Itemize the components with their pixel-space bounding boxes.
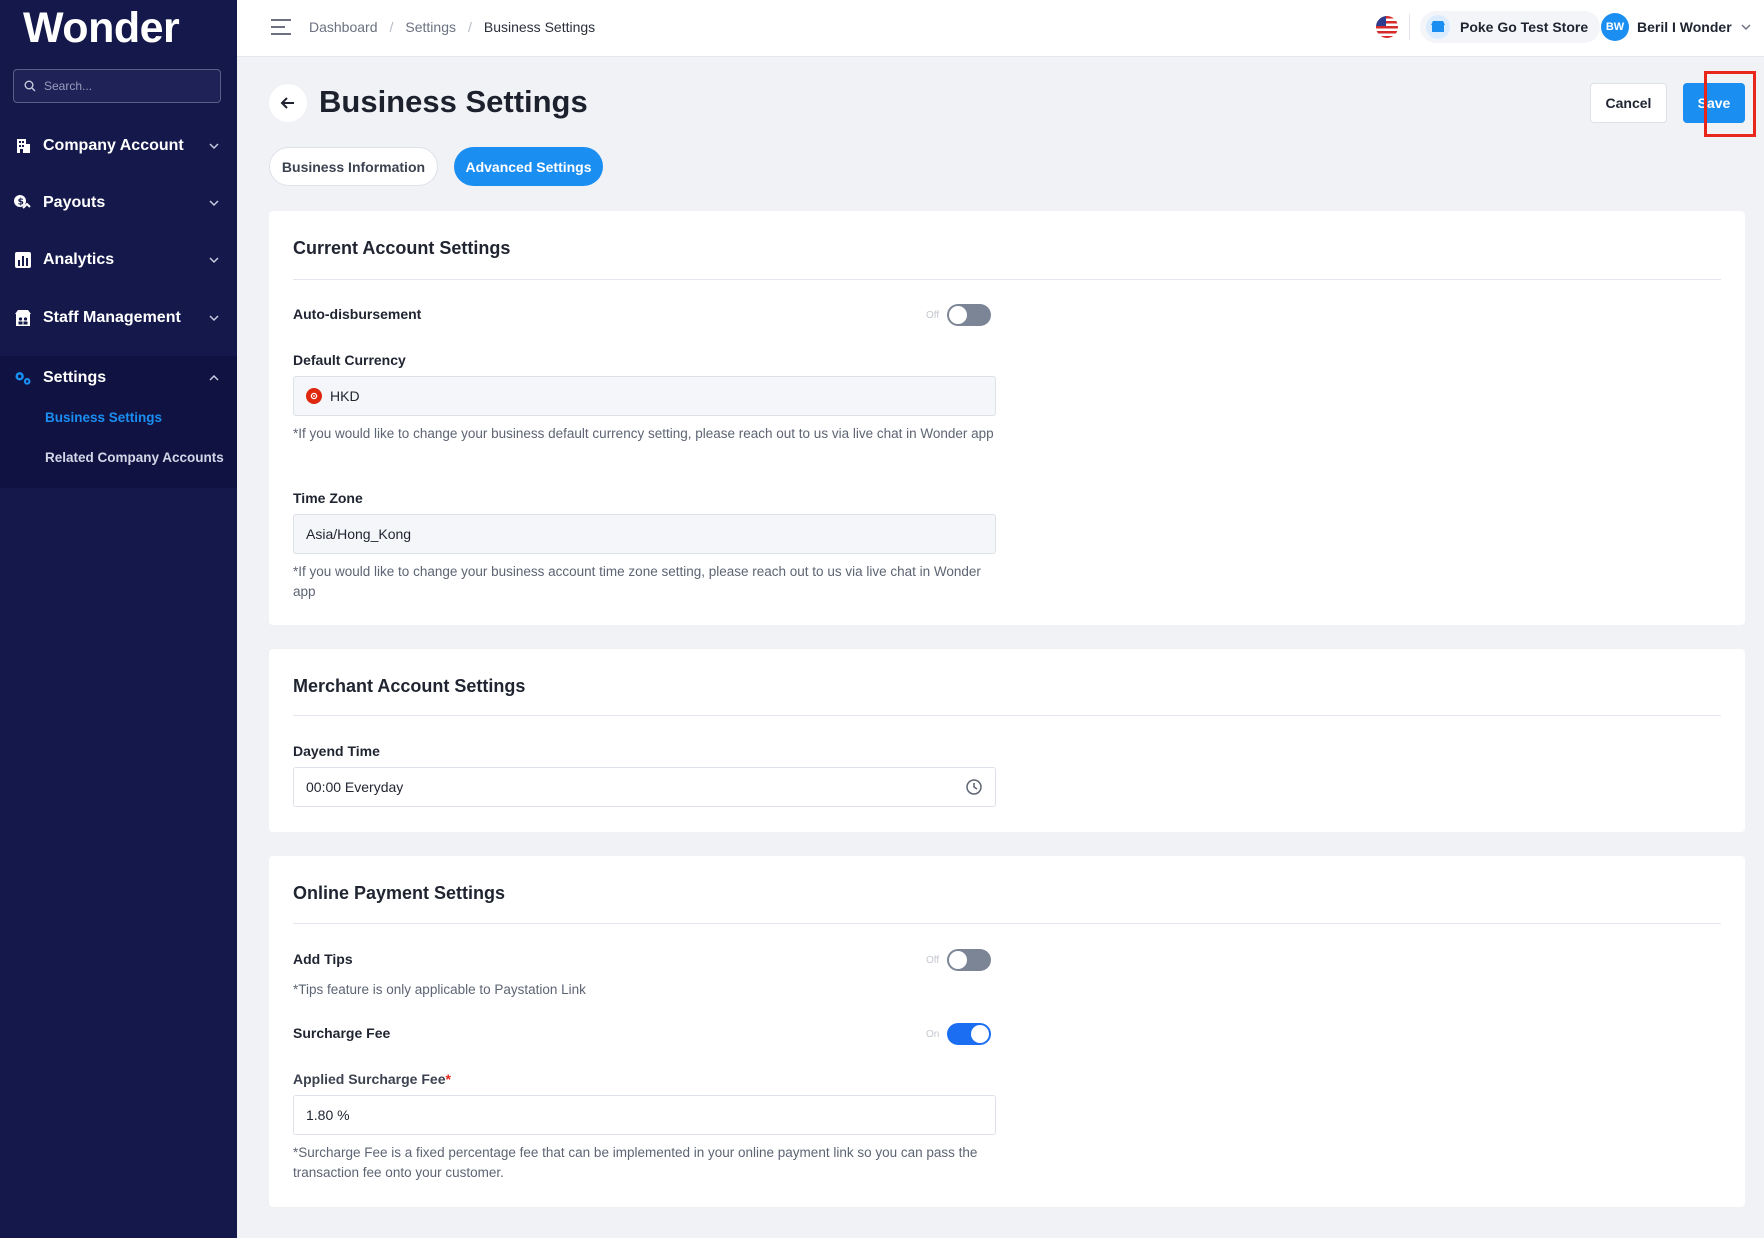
applied-surcharge-field[interactable]: 1.80 % bbox=[293, 1095, 996, 1135]
breadcrumb-dashboard[interactable]: Dashboard bbox=[309, 19, 378, 35]
dayend-time-label: Dayend Time bbox=[293, 743, 380, 759]
sidebar-item-staff-management[interactable]: Staff Management bbox=[0, 298, 237, 338]
toggle-switch[interactable] bbox=[947, 1023, 992, 1045]
required-mark: * bbox=[445, 1071, 451, 1087]
breadcrumb-settings[interactable]: Settings bbox=[405, 19, 456, 35]
sidebar-item-payouts[interactable]: $ Payouts bbox=[0, 183, 237, 223]
timezone-value: Asia/Hong_Kong bbox=[306, 526, 412, 542]
sidebar-item-label: Company Account bbox=[43, 137, 184, 154]
dayend-time-field[interactable]: 00:00 Everyday bbox=[293, 767, 996, 807]
sidebar-item-settings[interactable]: Settings bbox=[0, 358, 237, 398]
cancel-button[interactable]: Cancel bbox=[1590, 83, 1667, 123]
sidebar-item-label: Staff Management bbox=[43, 309, 181, 326]
auto-disbursement-toggle[interactable]: Off bbox=[926, 304, 992, 326]
toggle-switch[interactable] bbox=[947, 949, 992, 971]
surcharge-fee-label: Surcharge Fee bbox=[293, 1025, 391, 1041]
store-staff-icon bbox=[13, 308, 33, 328]
arrow-left-icon bbox=[280, 97, 294, 109]
bar-chart-icon bbox=[13, 250, 33, 270]
search-icon bbox=[24, 80, 36, 92]
current-account-card: Current Account Settings Auto-disburseme… bbox=[269, 211, 1745, 625]
store-icon bbox=[1426, 15, 1450, 39]
user-name: Beril I Wonder bbox=[1637, 19, 1732, 35]
auto-disbursement-label: Auto-disbursement bbox=[293, 306, 422, 322]
default-currency-field: HKD bbox=[293, 376, 996, 416]
sidebar-item-label: Analytics bbox=[43, 251, 115, 268]
currency-hint: *If you would like to change your busine… bbox=[293, 426, 994, 441]
back-button[interactable] bbox=[269, 84, 307, 122]
gears-icon bbox=[13, 368, 33, 388]
breadcrumb: Dashboard / Settings / Business Settings bbox=[309, 19, 595, 35]
sidebar-subitem-related-company-accounts[interactable]: Related Company Accounts bbox=[45, 450, 224, 465]
chevron-up-icon bbox=[209, 374, 219, 381]
sidebar-subitem-business-settings[interactable]: Business Settings bbox=[45, 410, 162, 425]
chevron-down-icon bbox=[209, 257, 219, 264]
applied-surcharge-label: Applied Surcharge Fee* bbox=[293, 1071, 451, 1087]
save-button[interactable]: Save bbox=[1683, 83, 1745, 123]
building-icon bbox=[13, 136, 33, 156]
logo: Wonder bbox=[23, 4, 180, 52]
divider bbox=[1409, 14, 1410, 40]
card-title: Online Payment Settings bbox=[293, 883, 506, 903]
clock-icon bbox=[966, 779, 982, 795]
chevron-down-icon bbox=[209, 200, 219, 207]
add-tips-toggle[interactable]: Off bbox=[926, 949, 992, 971]
menu-icon[interactable] bbox=[270, 17, 292, 37]
store-switcher[interactable]: Poke Go Test Store bbox=[1420, 11, 1601, 43]
tab-business-information[interactable]: Business Information bbox=[269, 147, 438, 186]
sidebar-search[interactable] bbox=[13, 69, 221, 103]
timezone-label: Time Zone bbox=[293, 490, 363, 506]
search-input[interactable] bbox=[44, 79, 214, 93]
divider bbox=[293, 279, 1721, 280]
applied-surcharge-value: 1.80 % bbox=[306, 1107, 350, 1123]
toggle-switch[interactable] bbox=[947, 304, 992, 326]
svg-text:$: $ bbox=[18, 198, 24, 208]
toggle-state-text: Off bbox=[926, 954, 940, 966]
timezone-hint: *If you would like to change your busine… bbox=[293, 564, 981, 599]
breadcrumb-separator: / bbox=[389, 19, 394, 35]
divider bbox=[293, 923, 1721, 924]
tab-advanced-settings[interactable]: Advanced Settings bbox=[454, 147, 603, 186]
surcharge-hint: *Surcharge Fee is a fixed percentage fee… bbox=[293, 1145, 978, 1180]
toggle-knob bbox=[949, 951, 968, 969]
card-title: Merchant Account Settings bbox=[293, 676, 526, 696]
default-currency-label: Default Currency bbox=[293, 352, 406, 368]
hk-flag-icon bbox=[306, 388, 322, 404]
divider bbox=[293, 715, 1721, 716]
toggle-knob bbox=[949, 306, 968, 324]
card-title: Current Account Settings bbox=[293, 238, 511, 258]
sidebar: Wonder Company Account $ Payouts Analyti… bbox=[0, 0, 237, 1238]
breadcrumb-separator: / bbox=[467, 19, 472, 35]
store-name: Poke Go Test Store bbox=[1460, 19, 1589, 35]
sidebar-item-label: Settings bbox=[43, 369, 107, 386]
sidebar-item-company-account[interactable]: Company Account bbox=[0, 126, 237, 166]
chevron-down-icon bbox=[1741, 24, 1751, 30]
toggle-state-text: On bbox=[926, 1028, 940, 1040]
chevron-down-icon bbox=[209, 315, 219, 322]
topbar: Dashboard / Settings / Business Settings… bbox=[237, 0, 1764, 57]
merchant-account-card: Merchant Account Settings Dayend Time 00… bbox=[269, 649, 1745, 832]
user-menu[interactable]: BW Beril I Wonder bbox=[1601, 11, 1752, 43]
chevron-down-icon bbox=[209, 143, 219, 150]
default-currency-value: HKD bbox=[330, 388, 360, 404]
avatar: BW bbox=[1601, 13, 1629, 41]
dayend-time-value: 00:00 Everyday bbox=[306, 779, 404, 795]
toggle-knob bbox=[971, 1025, 990, 1043]
tips-hint: *Tips feature is only applicable to Pays… bbox=[293, 982, 586, 997]
online-payment-card: Online Payment Settings Add Tips Off *Ti… bbox=[269, 856, 1745, 1207]
breadcrumb-current: Business Settings bbox=[483, 19, 596, 35]
add-tips-label: Add Tips bbox=[293, 951, 353, 967]
timezone-field: Asia/Hong_Kong bbox=[293, 514, 996, 554]
us-flag-icon[interactable] bbox=[1376, 16, 1398, 38]
page-title: Business Settings bbox=[319, 84, 588, 119]
payouts-icon: $ bbox=[13, 193, 33, 213]
toggle-state-text: Off bbox=[926, 309, 940, 321]
sidebar-item-label: Payouts bbox=[43, 194, 106, 211]
applied-surcharge-label-text: Applied Surcharge Fee bbox=[293, 1071, 446, 1087]
surcharge-fee-toggle[interactable]: On bbox=[926, 1023, 992, 1045]
sidebar-item-analytics[interactable]: Analytics bbox=[0, 240, 237, 280]
